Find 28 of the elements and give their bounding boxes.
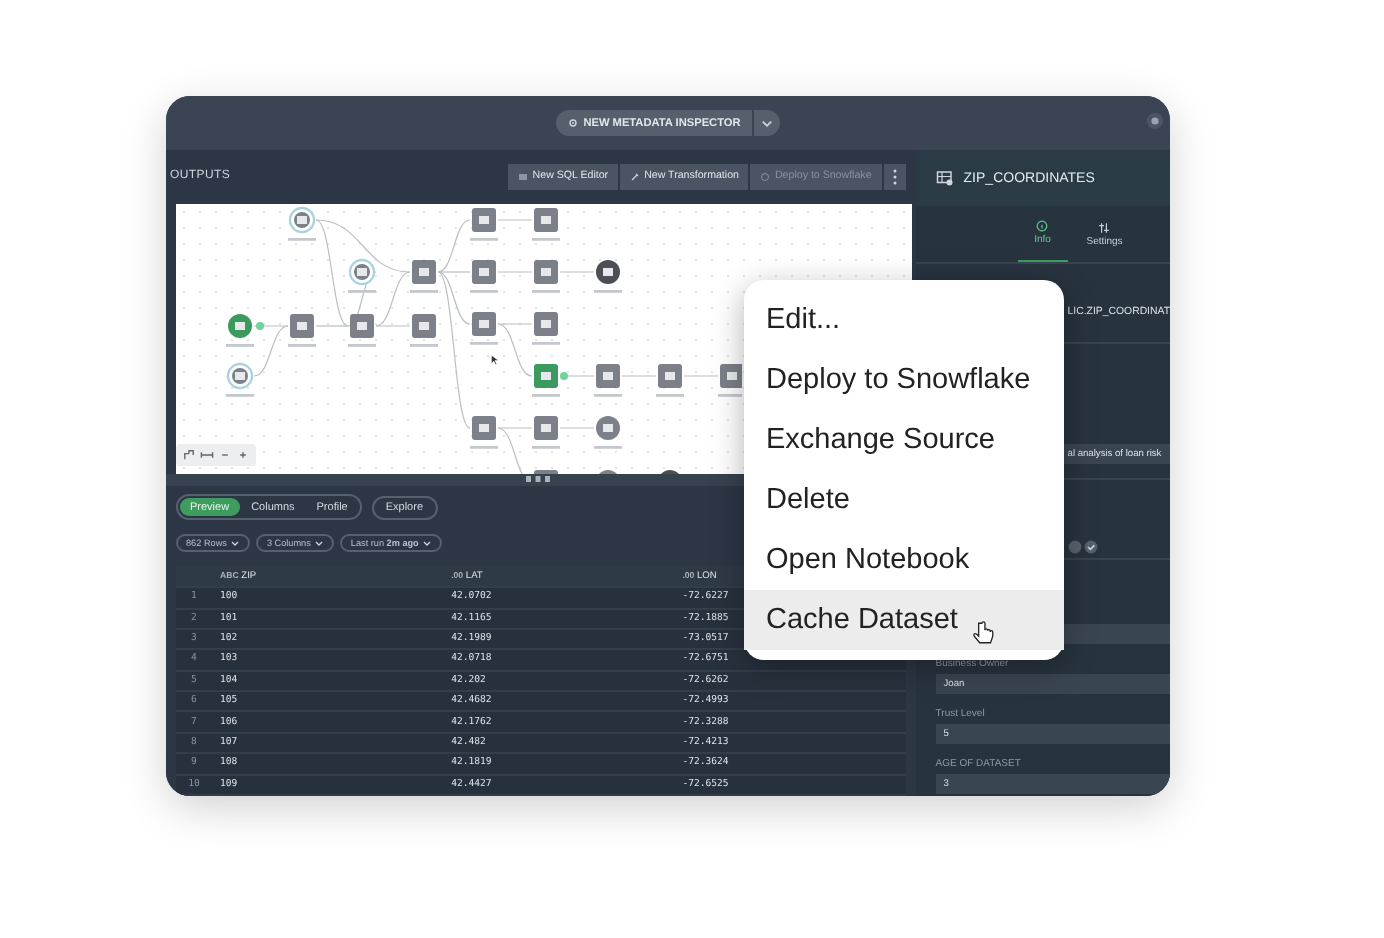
caret-icon bbox=[422, 538, 433, 549]
circle-icon bbox=[760, 171, 771, 182]
menu-item[interactable]: Cache Dataset bbox=[744, 590, 1064, 650]
dropdown-button[interactable] bbox=[754, 110, 781, 136]
menu-item[interactable]: Deploy to Snowflake bbox=[744, 350, 1064, 410]
gear-icon bbox=[567, 118, 578, 128]
caret-icon bbox=[760, 116, 775, 130]
caret-icon bbox=[230, 538, 241, 549]
lines-icon bbox=[518, 171, 529, 182]
menu-item[interactable]: Edit... bbox=[744, 290, 1064, 350]
sliders-icon bbox=[1098, 221, 1111, 233]
settings-icon[interactable] bbox=[1146, 112, 1164, 130]
more-button[interactable] bbox=[883, 163, 906, 190]
drag-handle-icon[interactable] bbox=[526, 476, 551, 483]
pointer-icon bbox=[490, 353, 500, 366]
layout-icon[interactable] bbox=[182, 447, 196, 462]
wand-icon bbox=[630, 171, 641, 182]
fit-icon[interactable] bbox=[200, 447, 214, 462]
menu-item[interactable]: Open Notebook bbox=[744, 530, 1064, 590]
tag-icons bbox=[1067, 540, 1100, 554]
zoom-in-icon[interactable] bbox=[236, 447, 250, 462]
menu-item[interactable]: Delete bbox=[744, 470, 1064, 530]
hand-cursor-icon bbox=[972, 620, 994, 646]
info-icon bbox=[1036, 220, 1049, 232]
caret-icon bbox=[314, 538, 325, 549]
menu-item[interactable]: Exchange Source bbox=[744, 410, 1064, 470]
dataset-icon bbox=[935, 170, 954, 186]
more-icon bbox=[891, 167, 898, 186]
